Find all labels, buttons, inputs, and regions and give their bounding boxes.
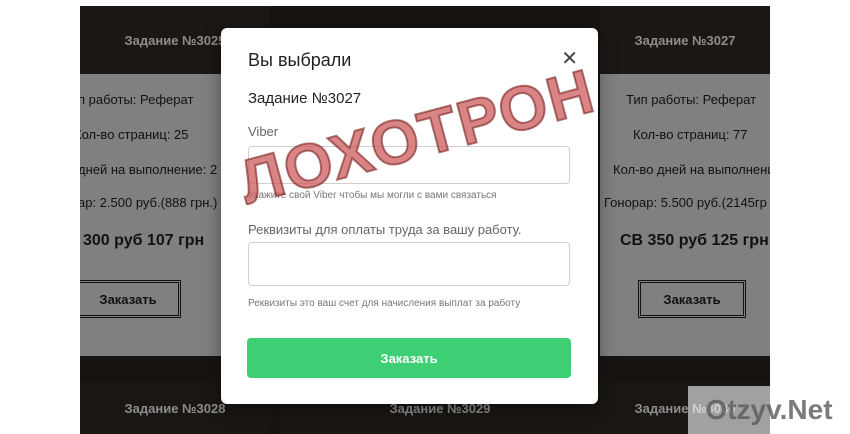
requisites-input[interactable] (248, 242, 570, 286)
site-watermark: Otzyv.Net (688, 386, 850, 434)
order-submit-button[interactable]: Заказать (247, 338, 571, 378)
viber-label: Viber (248, 124, 279, 139)
selected-task-title: Задание №3027 (248, 90, 362, 107)
requisites-hint: Реквизиты это ваш счет для начисления вы… (248, 298, 521, 309)
requisites-label: Реквизиты для оплаты труда за вашу работ… (248, 222, 522, 237)
modal-title: Вы выбрали (248, 50, 352, 70)
